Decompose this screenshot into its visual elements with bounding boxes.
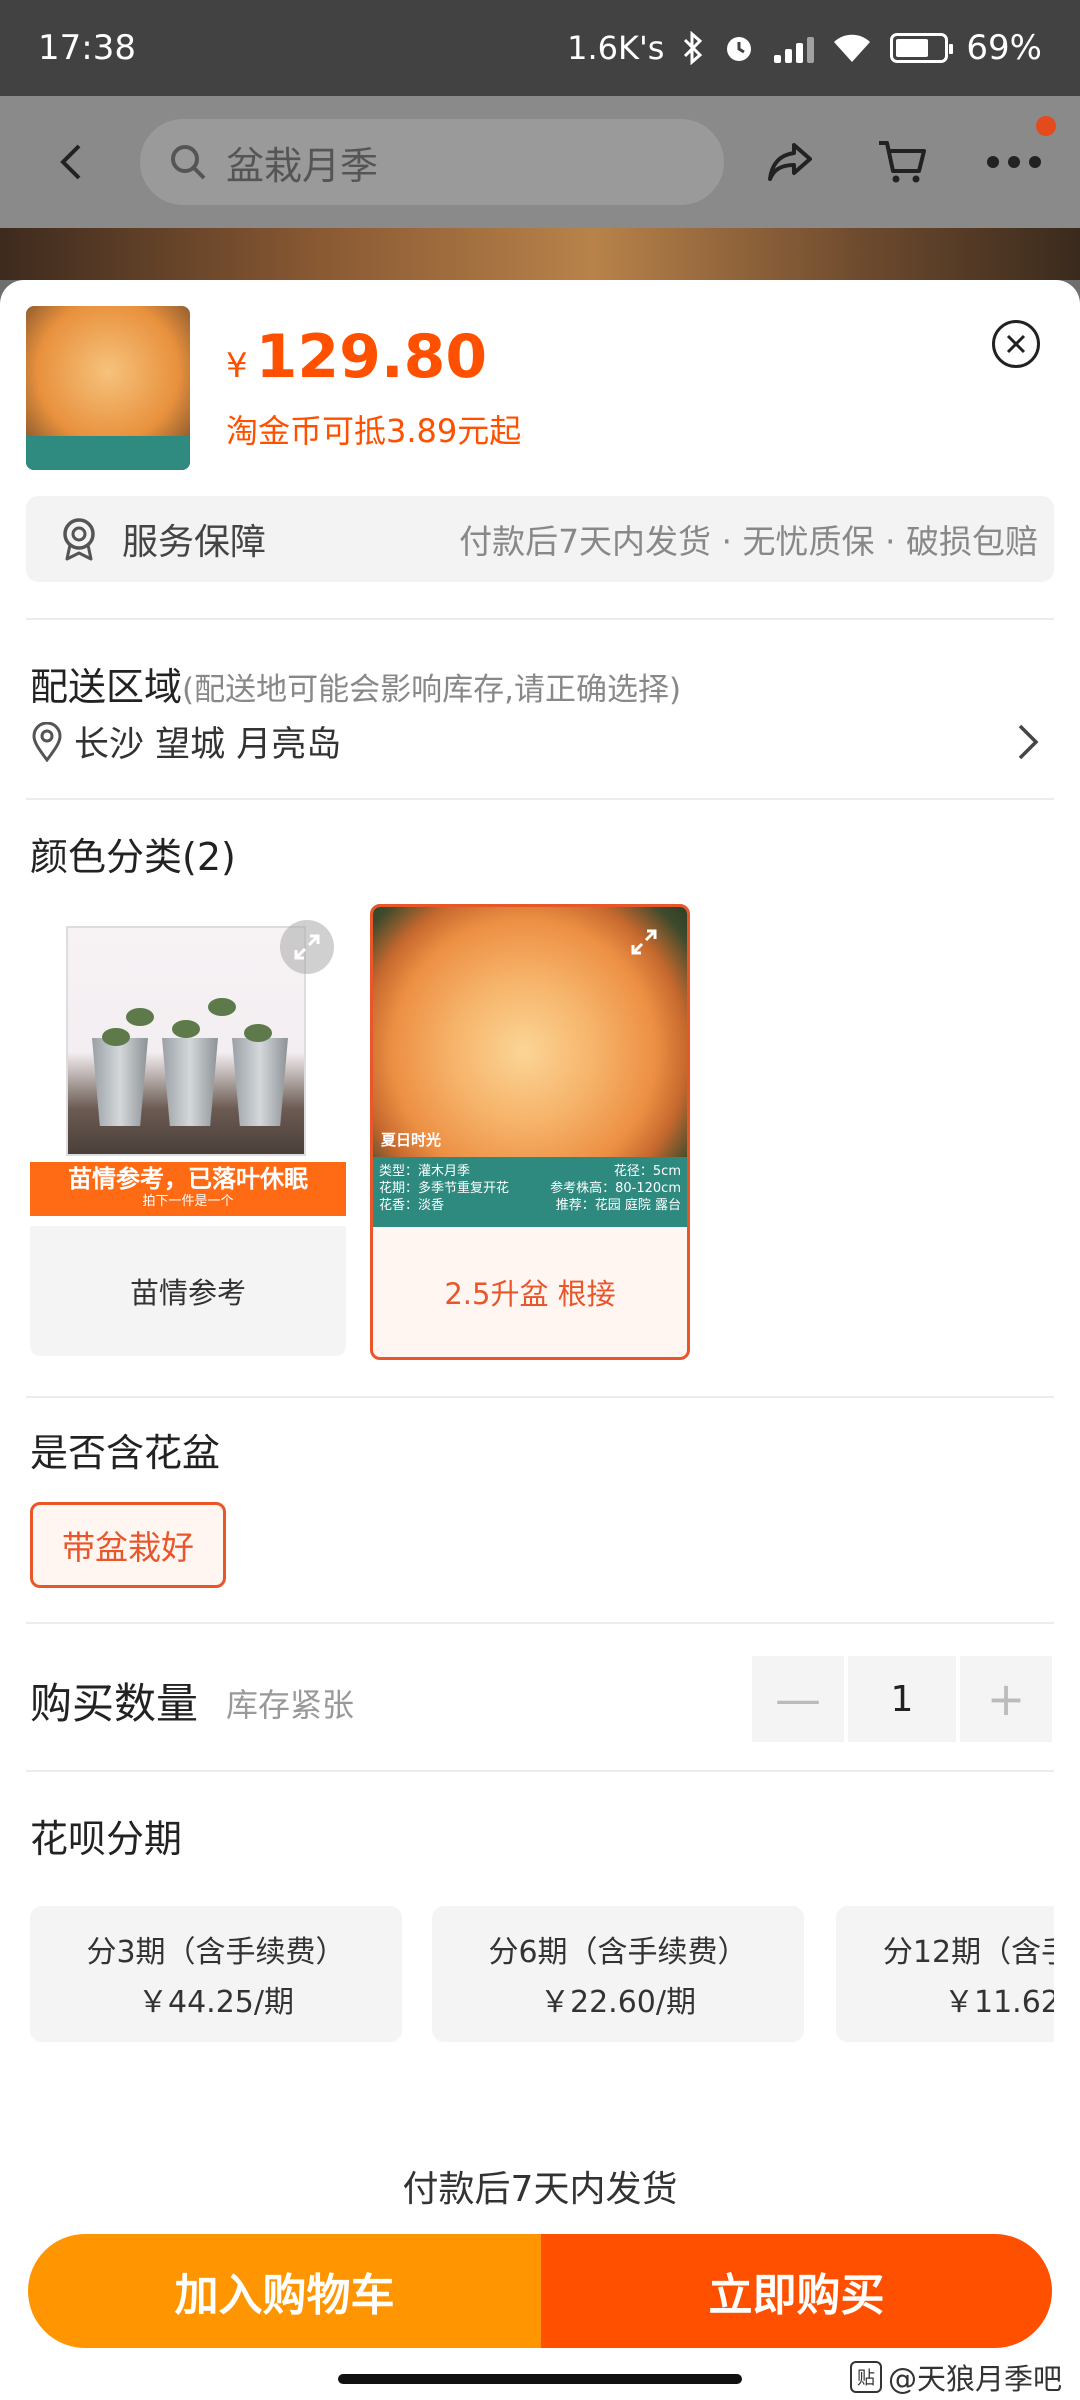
signal-icon	[774, 33, 815, 63]
option-label: 2.5升盆 根接	[444, 1277, 616, 1311]
delivery-address[interactable]: 长沙 望城 月亮岛	[30, 716, 341, 767]
info-type: 类型：灌木月季	[379, 1164, 471, 1179]
status-time: 17:38	[38, 28, 136, 68]
alarm-icon	[727, 37, 752, 61]
divider	[26, 1622, 1054, 1624]
rose-info-band: 类型：灌木月季 花径：5cm 花期：多季节重复开花 参考株高：80-120cm 花香…	[373, 1157, 687, 1227]
search-icon	[171, 145, 206, 180]
installment-plan-12[interactable]: 分12期（含手续费） ￥11.62/期	[836, 1906, 1054, 2042]
price-row: ¥ 129.80	[226, 322, 487, 392]
seedling-photo	[66, 926, 306, 1156]
service-details: 付款后7天内发货 · 无忧质保 · 破损包赔	[459, 522, 1038, 561]
option-image: 夏日时光 类型：灌木月季 花径：5cm 花期：多季节重复开花 参考株高：80-120…	[373, 907, 687, 1227]
pot-section-title: 是否含花盆	[30, 1431, 221, 1475]
location-pin-icon	[32, 721, 62, 762]
nav-actions	[754, 116, 1056, 198]
share-icon	[768, 143, 812, 181]
bluetooth-icon	[684, 31, 703, 65]
watermark-text: @天狼月季吧	[887, 2362, 1062, 2396]
watermark-badge: 贴	[849, 2361, 882, 2393]
add-to-cart-button[interactable]: 加入购物车	[28, 2234, 541, 2348]
battery-percent: 69%	[966, 28, 1042, 68]
expand-image-button[interactable]	[617, 915, 671, 969]
delivery-title: 配送区域	[30, 665, 183, 709]
chevron-right-icon[interactable]	[1016, 722, 1040, 762]
watermark: 贴 @天狼月季吧	[849, 2356, 1062, 2398]
delivery-title-row: 配送区域(配送地可能会影响库存,请正确选择)	[30, 656, 681, 711]
product-thumbnail[interactable]	[26, 306, 190, 470]
color-section-title: 颜色分类(2)	[30, 835, 236, 879]
decrease-button[interactable]: —	[752, 1656, 844, 1742]
close-icon	[1006, 334, 1026, 354]
plan-period: 分3期（含手续费）	[86, 1935, 346, 1970]
plan-amount: ￥22.60/期	[540, 1985, 696, 2020]
search-input[interactable]: 盆栽月季	[140, 119, 724, 205]
color-option-seedling[interactable]: 苗情参考，已落叶休眠 拍下一件是一个 苗情参考	[30, 906, 346, 1356]
installment-plan-3[interactable]: 分3期（含手续费） ￥44.25/期	[30, 1906, 402, 2042]
expand-icon	[631, 929, 657, 955]
search-placeholder: 盆栽月季	[226, 143, 379, 188]
plan-period: 分6期（含手续费）	[488, 1935, 748, 1970]
back-button[interactable]	[30, 122, 110, 202]
service-label: 服务保障	[122, 522, 267, 563]
action-buttons: 加入购物车 立即购买	[28, 2234, 1052, 2348]
quantity-value[interactable]: 1	[848, 1656, 956, 1742]
installment-title: 花呗分期	[30, 1817, 183, 1861]
battery-icon	[890, 33, 954, 63]
share-button[interactable]	[754, 126, 826, 198]
service-guarantee[interactable]: 服务保障 付款后7天内发货 · 无忧质保 · 破损包赔	[26, 496, 1054, 582]
network-speed: 1.6K's	[567, 29, 665, 67]
price-currency: ¥	[226, 346, 248, 386]
divider	[26, 1770, 1054, 1772]
home-indicator[interactable]	[338, 2374, 742, 2384]
buy-now-button[interactable]: 立即购买	[541, 2234, 1052, 2348]
plan-amount: ￥44.25/期	[138, 1985, 294, 2020]
rose-variety-name: 夏日时光	[381, 1131, 442, 1149]
shipping-note: 付款后7天内发货	[402, 2169, 678, 2210]
banner-line1: 苗情参考，已落叶休眠	[68, 1165, 308, 1193]
cart-icon	[879, 141, 926, 183]
info-recommend: 推荐：花园 庭院 露台	[555, 1198, 681, 1213]
quantity-title: 购买数量	[30, 1679, 199, 1728]
option-image: 苗情参考，已落叶休眠 拍下一件是一个	[30, 906, 346, 1226]
address-text: 长沙 望城 月亮岛	[74, 725, 342, 765]
delivery-note: (配送地可能会影响库存,请正确选择)	[182, 672, 682, 708]
installment-plan-6[interactable]: 分6期（含手续费） ￥22.60/期	[432, 1906, 804, 2042]
stock-status: 库存紧张	[226, 1686, 355, 1724]
more-icon	[987, 156, 1041, 168]
close-button[interactable]	[992, 320, 1040, 368]
status-icons: 1.6K's 69%	[567, 28, 1042, 68]
sku-selector-sheet: ¥ 129.80 淘金币可抵3.89元起 服务保障 付款后7天内发货 · 无忧质…	[0, 280, 1080, 2354]
pot-option-chip[interactable]: 带盆栽好	[30, 1502, 226, 1588]
chevron-left-icon	[60, 144, 81, 180]
product-hero-image	[0, 228, 1080, 280]
info-scent: 花香：淡香	[379, 1198, 445, 1213]
plan-amount: ￥11.62/期	[944, 1985, 1054, 2020]
plan-period: 分12期（含手续费）	[882, 1935, 1054, 1970]
cart-button[interactable]	[866, 126, 938, 198]
increase-button[interactable]: +	[960, 1656, 1052, 1742]
expand-image-button[interactable]	[280, 920, 334, 974]
coin-discount: 淘金币可抵3.89元起	[226, 412, 522, 450]
top-nav-bar: 盆栽月季	[0, 96, 1080, 228]
wifi-icon	[834, 34, 871, 62]
product-price: 129.80	[255, 322, 488, 392]
quantity-stepper: — 1 +	[752, 1656, 1052, 1742]
divider	[26, 618, 1054, 620]
color-option-2.5l-pot[interactable]: 夏日时光 类型：灌木月季 花径：5cm 花期：多季节重复开花 参考株高：80-120…	[370, 904, 690, 1360]
notification-dot	[1036, 116, 1056, 136]
option-label: 苗情参考	[129, 1276, 246, 1310]
divider	[26, 798, 1054, 800]
expand-icon	[294, 934, 320, 960]
info-diameter: 花径：5cm	[613, 1164, 681, 1179]
seedling-banner: 苗情参考，已落叶休眠 拍下一件是一个	[30, 1162, 346, 1216]
status-bar: 17:38 1.6K's 69%	[0, 0, 1080, 96]
divider	[26, 1396, 1054, 1398]
banner-line2: 拍下一件是一个	[142, 1194, 234, 1209]
info-bloom: 花期：多季节重复开花	[379, 1181, 510, 1196]
info-height: 参考株高：80-120cm	[550, 1181, 681, 1196]
installment-plans: 分3期（含手续费） ￥44.25/期 分6期（含手续费） ￥22.60/期 分1…	[30, 1906, 1054, 2046]
more-button[interactable]	[978, 116, 1056, 198]
badge-icon	[63, 518, 95, 561]
